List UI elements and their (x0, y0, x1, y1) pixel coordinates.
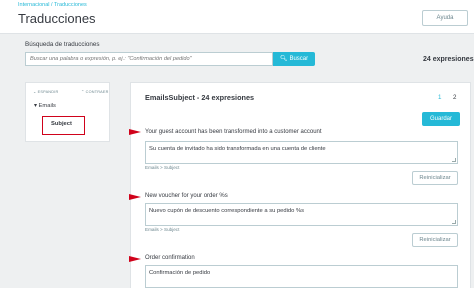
expand-all-label: ESPANDIR (37, 90, 59, 94)
translation-text: Nuevo cupón de descuento correspondiente… (149, 208, 305, 214)
domain-path: Emails > Subject (145, 227, 180, 232)
search-button[interactable]: 🔍︎ Buscar (273, 52, 315, 66)
search-input[interactable] (25, 52, 273, 66)
tree-item-emails-label: Emails (38, 103, 56, 109)
search-button-label: Buscar (289, 56, 309, 62)
page-link-2[interactable]: 2 (453, 94, 456, 101)
page-title: Traducciones (18, 11, 96, 26)
expand-all-button[interactable]: ⌄ ESPANDIR (33, 89, 58, 94)
search-icon: 🔍︎ (279, 56, 288, 62)
translation-textarea[interactable]: Confirmación de pedido (145, 265, 458, 288)
translation-textarea[interactable]: Nuevo cupón de descuento correspondiente… (145, 203, 458, 226)
translation-text: Confirmación de pedido (149, 270, 211, 276)
chevron-down-icon: ⌄ (33, 90, 37, 94)
translation-text: Su cuenta de invitado ha sido transforma… (149, 146, 326, 152)
translation-textarea[interactable]: Su cuenta de invitado ha sido transforma… (145, 141, 458, 164)
domain-path: Emails > Subject (145, 165, 180, 170)
annotation-arrow (129, 194, 141, 200)
reset-button[interactable]: Reinicializar (412, 233, 458, 247)
chevron-up-icon: ⌃ (81, 90, 85, 94)
tree-item-emails[interactable]: ▾ Emails (34, 103, 56, 109)
search-label: Búsqueda de traducciones (25, 41, 100, 48)
annotation-arrow (129, 129, 141, 135)
collapse-all-label: CONTRAER (85, 90, 109, 94)
domain-tree-panel: ⌄ ESPANDIR ⌃ CONTRAER ▾ Emails Subject (25, 82, 110, 142)
page-header: Internacional / Traducciones Traduccione… (0, 0, 474, 34)
breadcrumb[interactable]: Internacional / Traducciones (18, 2, 87, 8)
resize-handle[interactable] (452, 220, 456, 224)
tree-item-subject[interactable]: Subject (42, 116, 85, 135)
expression-count: 24 expresiones (423, 56, 474, 63)
source-text: New voucher for your order %s (145, 193, 228, 199)
annotation-arrow (129, 256, 141, 262)
page-link-1[interactable]: 1 (438, 94, 441, 101)
panel-title: EmailsSubject - 24 expresiones (145, 93, 255, 102)
collapse-all-button[interactable]: ⌃ CONTRAER (81, 89, 109, 94)
help-button[interactable]: Ayuda (422, 10, 468, 26)
source-text: Order confirmation (145, 255, 195, 261)
save-button[interactable]: Guardar (422, 112, 460, 126)
caret-down-icon: ▾ (34, 103, 37, 109)
resize-handle[interactable] (452, 158, 456, 162)
source-text: Your guest account has been transformed … (145, 129, 322, 135)
reset-button[interactable]: Reinicializar (412, 171, 458, 185)
